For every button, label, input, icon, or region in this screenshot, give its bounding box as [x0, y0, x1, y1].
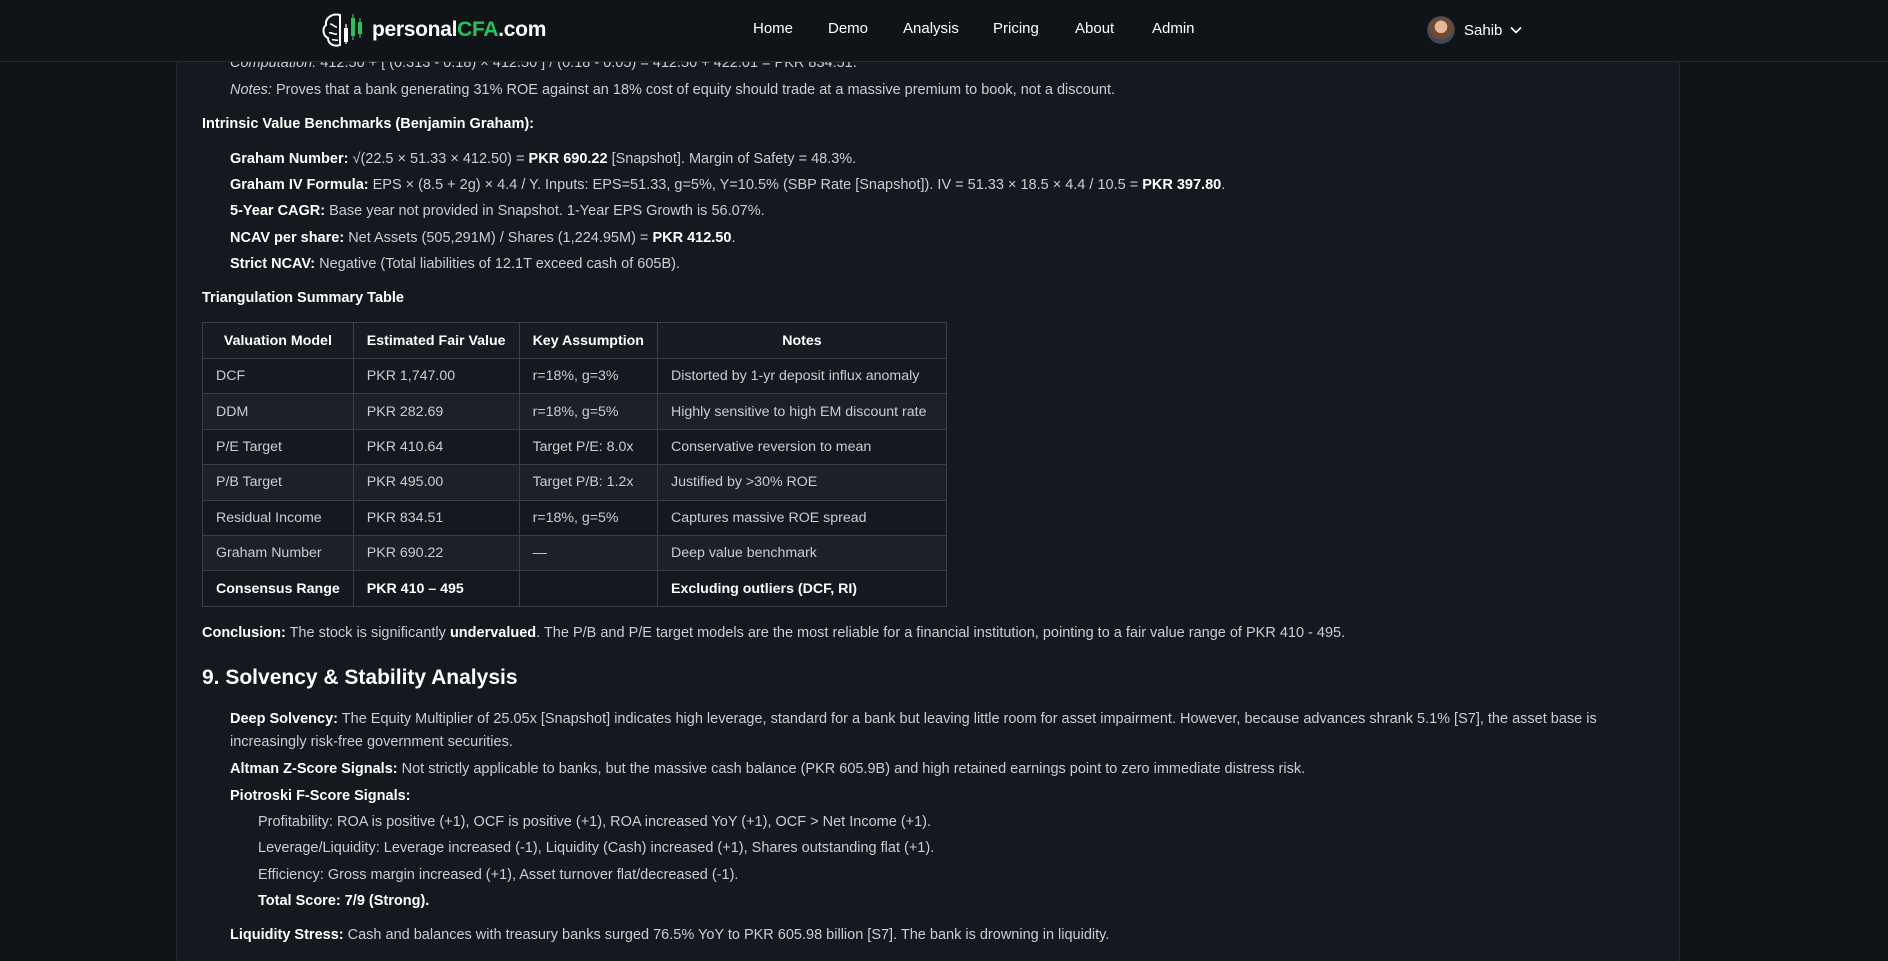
nav-pricing[interactable]: Pricing [993, 20, 1039, 37]
table-header-row: Valuation Model Estimated Fair Value Key… [202, 322, 947, 359]
table-row: DDM PKR 282.69 r=18%, g=5% Highly sensitive… [202, 393, 947, 430]
piotroski-item: Leverage/Liquidity: Leverage increased (… [258, 840, 935, 856]
table-cell: Residual Income [202, 499, 354, 536]
graham-heading: Intrinsic Value Benchmarks (Benjamin Gra… [202, 116, 534, 132]
table-cell: PKR 495.00 [352, 464, 520, 501]
column-header: Valuation Model [202, 322, 354, 359]
table-cell: Captures massive ROE spread [656, 499, 947, 536]
table-cell: Conservative reversion to mean [656, 428, 947, 466]
table-cell: DDM [202, 393, 354, 430]
table-cell: Excluding outliers (DCF, RI) [656, 570, 947, 607]
avatar [1427, 16, 1455, 44]
table-row: DCF PKR 1,747.00 r=18%, g=3% Distorted by 1… [202, 357, 947, 395]
nav-home[interactable]: Home [753, 20, 793, 37]
table-cell: Target P/E: 8.0x [518, 428, 658, 466]
column-header: Notes [656, 322, 947, 359]
user-name: Sahib [1464, 21, 1503, 39]
table-cell: PKR 690.22 [352, 534, 520, 572]
ri-notes: Notes: Proves that a bank generating 31%… [230, 82, 1116, 98]
liquidity-stress: Liquidity Stress: Cash and balances with… [230, 927, 1110, 943]
piotroski-item: Efficiency: Gross margin increased (+1),… [258, 867, 739, 883]
graham-number-line: Graham Number: √(22.5 × 51.33 × 412.50) … [230, 151, 857, 167]
report-panel: Computation: 412.50 + [ (0.313 - 0.18) ×… [176, 0, 1680, 961]
table-cell [518, 570, 658, 607]
table-cell: P/E Target [202, 428, 354, 466]
table-cell: Highly sensitive to high EM discount rat… [656, 393, 947, 430]
table-cell: r=18%, g=5% [518, 499, 658, 536]
table-cell: Distorted by 1-yr deposit influx anomaly [656, 357, 947, 395]
brain-chart-icon [322, 13, 362, 47]
triangulation-table: Valuation Model Estimated Fair Value Key… [202, 322, 947, 607]
user-menu[interactable]: Sahib [1427, 16, 1522, 44]
triangulation-heading: Triangulation Summary Table [202, 290, 404, 306]
table-cell: — [518, 534, 658, 572]
brand-name: personalCFA.com [372, 18, 547, 41]
table-cell: Target P/B: 1.2x [518, 464, 658, 501]
table-cell: r=18%, g=3% [518, 357, 658, 395]
table-cell: Graham Number [202, 534, 354, 572]
table-cell: Deep value benchmark [656, 534, 947, 572]
chevron-down-icon [1510, 26, 1522, 34]
top-navbar: personalCFA.com Home Demo Analysis Prici… [0, 0, 1888, 62]
table-cell: PKR 410.64 [352, 428, 520, 466]
table-cell: Justified by >30% ROE [656, 464, 947, 501]
strict-ncav-line: Strict NCAV: Negative (Total liabilities… [230, 256, 680, 272]
column-header: Estimated Fair Value [352, 322, 520, 359]
nav-about[interactable]: About [1075, 20, 1114, 37]
conclusion: Conclusion: The stock is significantly u… [202, 625, 1346, 641]
nav-analysis[interactable]: Analysis [903, 20, 959, 37]
ncav-line: NCAV per share: Net Assets (505,291M) / … [230, 230, 736, 246]
section-heading: 9. Solvency & Stability Analysis [202, 666, 518, 689]
nav-admin[interactable]: Admin [1152, 20, 1195, 37]
table-cell: PKR 1,747.00 [352, 357, 520, 395]
table-cell: P/B Target [202, 464, 354, 501]
table-row: Graham Number PKR 690.22— Deep value bench… [202, 534, 947, 572]
brand-logo[interactable]: personalCFA.com [320, 10, 546, 50]
column-header: Key Assumption [518, 322, 658, 359]
table-cell: DCF [202, 357, 354, 395]
table-row: Residual Income PKR 834.51 r=18%, g=5% Capt… [202, 499, 947, 536]
graham-iv-line: Graham IV Formula: EPS × (8.5 + 2g) × 4.… [230, 177, 1226, 193]
table-cell: PKR 282.69 [352, 393, 520, 430]
table-cell: r=18%, g=5% [518, 393, 658, 430]
nav-demo[interactable]: Demo [828, 20, 868, 37]
table-row: Consensus Range PKR 410 – 495 Excluding ou… [202, 570, 947, 607]
total-score: Total Score: 7/9 (Strong). [258, 893, 430, 909]
table-cell: Consensus Range [202, 570, 354, 607]
piotroski-label: Piotroski F-Score Signals: [230, 788, 411, 804]
altman-line: Altman Z-Score Signals: Not strictly app… [230, 761, 1306, 777]
table-cell: PKR 834.51 [352, 499, 520, 536]
piotroski-item: Profitability: ROA is positive (+1), OCF… [258, 814, 932, 830]
cagr-line: 5-Year CAGR: Base year not provided in S… [230, 203, 765, 219]
table-row: P/E Target PKR 410.64 Target P/E: 8.0x Cons… [202, 428, 947, 466]
table-row: P/B Target PKR 495.00 Target P/B: 1.2x Just… [202, 464, 947, 501]
deep-solvency: Deep Solvency: The Equity Multiplier of … [230, 711, 1597, 750]
table-cell: PKR 410 – 495 [352, 570, 520, 607]
